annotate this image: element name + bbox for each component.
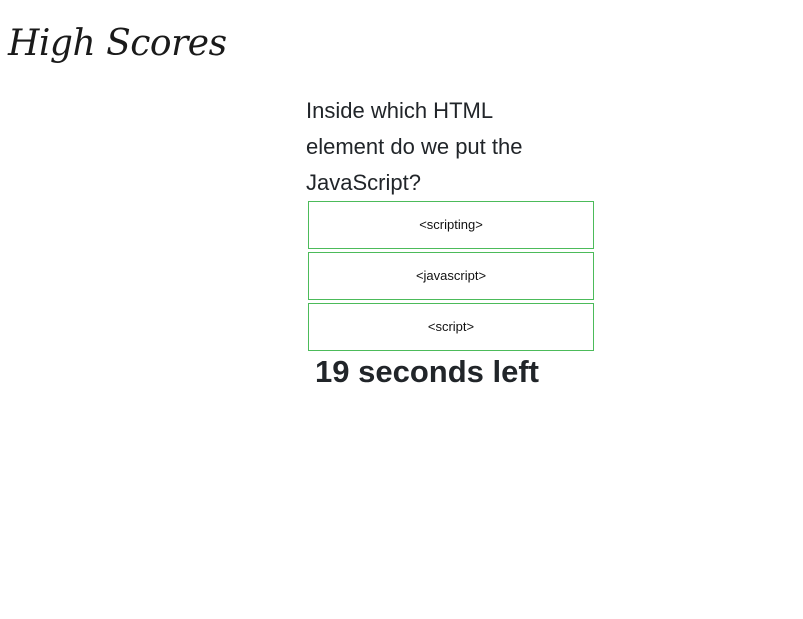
choice-button-javascript[interactable]: <javascript> [308, 252, 594, 300]
answer-choices: <scripting> <javascript> <script> [308, 201, 594, 351]
quiz-container: Inside which HTML element do we put the … [306, 93, 596, 354]
high-scores-link[interactable]: High Scores [8, 22, 227, 66]
countdown-timer: 19 seconds left [315, 354, 539, 389]
choice-button-scripting[interactable]: <scripting> [308, 201, 594, 249]
choice-button-script[interactable]: <script> [308, 303, 594, 351]
quiz-page: High Scores Inside which HTML element do… [0, 0, 803, 619]
question-text: Inside which HTML element do we put the … [306, 98, 523, 195]
